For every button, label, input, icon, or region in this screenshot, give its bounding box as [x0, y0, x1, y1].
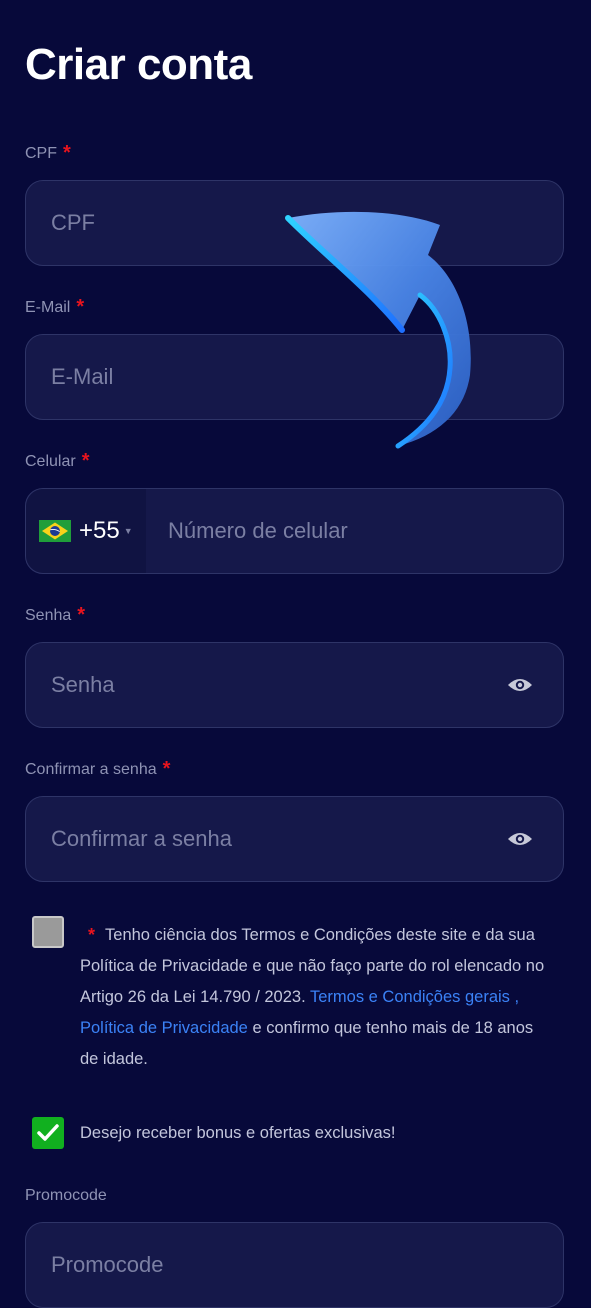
eye-icon[interactable]	[505, 824, 535, 854]
terms-separator: ,	[514, 988, 520, 1006]
promocode-field-container	[25, 1222, 564, 1308]
required-mark: *	[162, 758, 171, 780]
country-code: +55	[79, 517, 120, 544]
promocode-label: Promocode	[25, 1187, 107, 1204]
checkmark-icon	[37, 1124, 59, 1141]
brazil-flag-icon	[39, 520, 71, 542]
confirm-password-field-container	[25, 796, 564, 882]
optin-text: Desejo receber bonus e ofertas exclusiva…	[80, 1124, 396, 1142]
promocode-input[interactable]	[26, 1223, 563, 1307]
password-label-text: Senha	[25, 607, 72, 624]
phone-input[interactable]	[146, 489, 563, 573]
cpf-label: CPF *	[25, 142, 71, 164]
page-title: Criar conta	[25, 40, 252, 89]
password-input[interactable]	[26, 643, 505, 727]
confirm-password-label: Confirmar a senha *	[25, 758, 170, 780]
terms-checkbox[interactable]	[32, 916, 64, 948]
cpf-label-text: CPF	[25, 145, 57, 162]
required-mark: *	[63, 142, 71, 164]
confirm-password-label-text: Confirmar a senha	[25, 761, 157, 778]
required-mark: *	[88, 925, 96, 945]
email-label: E-Mail *	[25, 296, 84, 318]
country-code-selector[interactable]: +55 ▼	[26, 489, 146, 573]
terms-link[interactable]: Termos e Condições gerais	[310, 988, 510, 1006]
privacy-policy-link[interactable]: Política de Privacidade	[80, 1019, 248, 1037]
confirm-password-input[interactable]	[26, 797, 505, 881]
optin-checkbox[interactable]	[32, 1117, 64, 1149]
phone-label-text: Celular	[25, 453, 76, 470]
password-label: Senha *	[25, 604, 85, 626]
phone-field-container: +55 ▼	[25, 488, 564, 574]
terms-text: * Tenho ciência dos Termos e Condições de…	[80, 919, 550, 1075]
email-label-text: E-Mail	[25, 299, 71, 316]
required-mark: *	[77, 604, 86, 626]
cpf-field-container	[25, 180, 564, 266]
phone-label: Celular *	[25, 450, 89, 472]
eye-icon[interactable]	[505, 670, 535, 700]
email-field-container	[25, 334, 564, 420]
password-field-container	[25, 642, 564, 728]
chevron-down-icon: ▼	[123, 526, 133, 536]
required-mark: *	[81, 450, 90, 472]
email-input[interactable]	[26, 335, 563, 419]
required-mark: *	[76, 296, 85, 318]
cpf-input[interactable]	[26, 181, 563, 265]
